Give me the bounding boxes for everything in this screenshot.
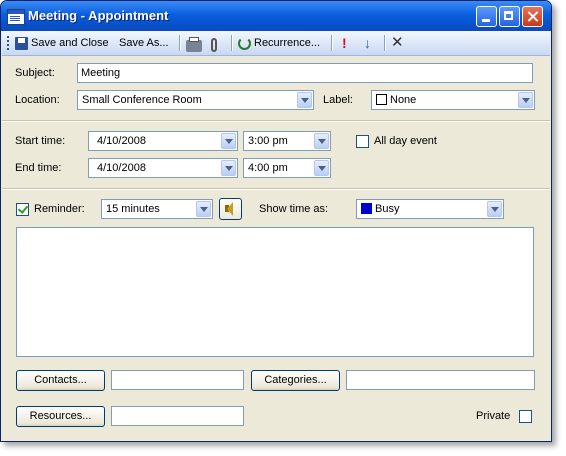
resources-button[interactable]: Resources...: [16, 406, 105, 427]
end-date-combo[interactable]: 4/10/2008: [88, 158, 238, 178]
show-time-as-text: Busy: [375, 203, 400, 215]
label-label: Label:: [323, 94, 353, 106]
start-time-value: 3:00 pm: [248, 135, 288, 147]
minimize-button[interactable]: [476, 6, 497, 27]
start-date-value: 4/10/2008: [97, 135, 146, 147]
save-icon: [15, 36, 28, 50]
chevron-down-icon[interactable]: [314, 133, 329, 149]
save-as-button[interactable]: Save As...: [119, 34, 169, 52]
location-label: Location:: [15, 94, 60, 106]
end-time-label: End time:: [15, 162, 62, 174]
reminder-sound-button[interactable]: [219, 198, 242, 220]
label-value-text: None: [390, 94, 417, 106]
toolbar: Save and Close Save As... Recurrence... …: [2, 31, 550, 56]
start-time-label: Start time:: [15, 135, 66, 147]
contacts-input[interactable]: [111, 370, 244, 390]
section-divider: [2, 120, 550, 122]
print-icon: [186, 37, 202, 53]
contacts-button[interactable]: Contacts...: [16, 370, 105, 391]
low-importance-button[interactable]: ↓: [364, 34, 371, 52]
resources-input[interactable]: [111, 406, 244, 426]
chevron-down-icon[interactable]: [487, 201, 502, 217]
end-date-value: 4/10/2008: [97, 162, 146, 174]
location-value: Small Conference Room: [82, 94, 202, 106]
title-bar[interactable]: Meeting - Appointment: [1, 1, 551, 31]
save-and-close-label: Save and Close: [31, 37, 109, 49]
save-as-label: Save As...: [119, 37, 169, 49]
recurrence-label: Recurrence...: [254, 37, 321, 49]
section-divider: [2, 188, 550, 190]
high-importance-button[interactable]: !: [342, 34, 347, 52]
calendar-icon: [7, 9, 25, 25]
location-combo[interactable]: Small Conference Room: [77, 90, 314, 110]
categories-input[interactable]: [346, 370, 535, 390]
close-button[interactable]: [522, 6, 543, 27]
delete-icon: ✕: [391, 34, 404, 51]
end-time-value: 4:00 pm: [248, 162, 288, 174]
toolbar-separator: [331, 35, 333, 51]
chevron-down-icon[interactable]: [196, 201, 211, 217]
show-time-as-label: Show time as:: [259, 203, 329, 215]
paperclip-icon: [211, 38, 217, 53]
recurrence-button[interactable]: Recurrence...: [238, 34, 320, 52]
toolbar-separator: [231, 35, 233, 51]
start-date-combo[interactable]: 4/10/2008: [88, 131, 238, 151]
chevron-down-icon[interactable]: [314, 160, 329, 176]
private-checkbox[interactable]: [519, 410, 532, 423]
print-button[interactable]: [186, 37, 202, 55]
delete-button[interactable]: ✕: [391, 34, 404, 52]
toolbar-separator: [179, 35, 181, 51]
chevron-down-icon[interactable]: [297, 92, 312, 108]
show-time-as-value: Busy: [361, 200, 399, 218]
all-day-checkbox[interactable]: [356, 135, 369, 148]
low-importance-icon: ↓: [364, 35, 371, 51]
recurrence-icon: [238, 36, 251, 50]
start-time-combo[interactable]: 3:00 pm: [243, 131, 331, 151]
label-value: None: [376, 91, 416, 109]
show-time-as-select[interactable]: Busy: [356, 199, 504, 219]
reminder-checkbox[interactable]: [16, 203, 29, 216]
high-importance-icon: !: [342, 35, 347, 51]
save-and-close-button[interactable]: Save and Close: [15, 34, 109, 52]
toolbar-grip[interactable]: [7, 36, 9, 51]
subject-label: Subject:: [15, 67, 55, 79]
toolbar-separator: [384, 35, 386, 51]
reminder-label[interactable]: Reminder:: [34, 203, 85, 215]
maximize-button[interactable]: [499, 6, 520, 27]
chevron-down-icon[interactable]: [518, 92, 533, 108]
reminder-value: 15 minutes: [106, 203, 160, 215]
chevron-down-icon[interactable]: [221, 160, 236, 176]
attach-file-button[interactable]: [211, 36, 217, 54]
private-label[interactable]: Private: [476, 410, 510, 422]
end-time-combo[interactable]: 4:00 pm: [243, 158, 331, 178]
appointment-window: Meeting - Appointment Save and Close Sav…: [0, 0, 552, 442]
reminder-combo[interactable]: 15 minutes: [101, 199, 213, 219]
all-day-label[interactable]: All day event: [374, 135, 437, 147]
chevron-down-icon[interactable]: [221, 133, 236, 149]
label-color-swatch: [376, 94, 387, 105]
notes-textarea[interactable]: [16, 227, 534, 357]
subject-input[interactable]: Meeting: [77, 63, 533, 83]
categories-button[interactable]: Categories...: [251, 370, 340, 391]
window-title: Meeting - Appointment: [28, 8, 169, 23]
busy-color-swatch: [361, 203, 372, 214]
label-select[interactable]: None: [371, 90, 535, 110]
